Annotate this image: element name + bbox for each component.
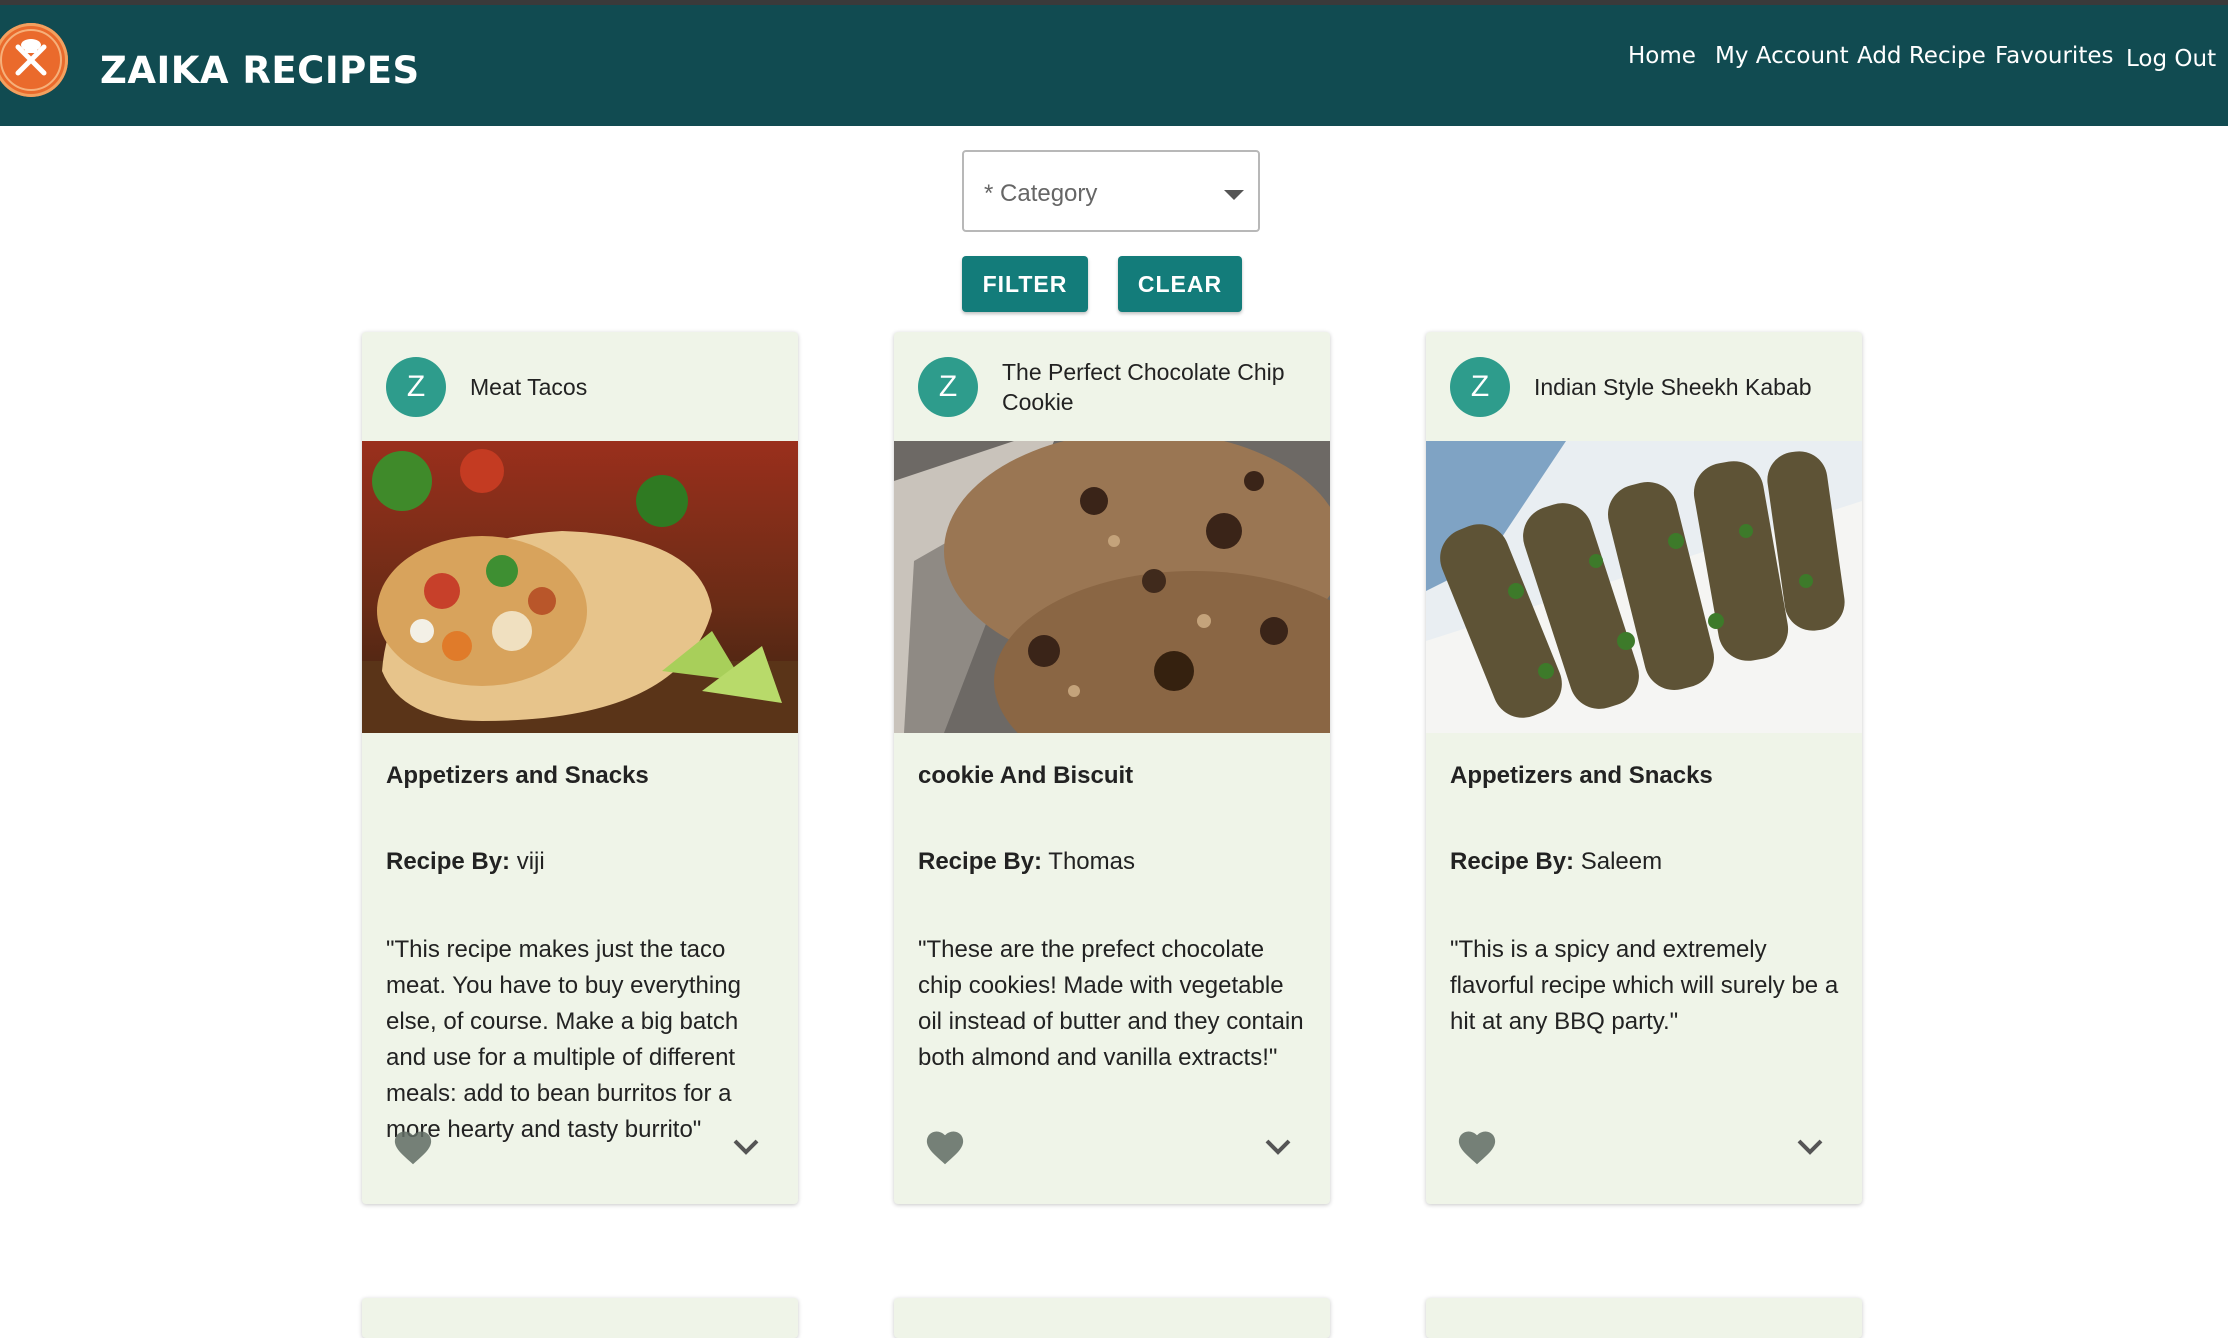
recipe-category: Appetizers and Snacks — [386, 762, 649, 789]
filter-button[interactable]: FILTER — [962, 256, 1088, 312]
avatar: Z — [918, 357, 978, 417]
recipe-by-label: Recipe By: — [918, 848, 1043, 875]
recipe-card-next-row — [1426, 1298, 1862, 1338]
recipe-card: Z Meat Tacos Appetizers and Snacks Recip… — [362, 332, 798, 1204]
recipe-title: The Perfect Chocolate Chip Cookie — [1002, 359, 1285, 415]
app-header: ZAIKA RECIPES Home My Account Add Recipe… — [0, 5, 2228, 126]
chevron-down-icon[interactable] — [1264, 1138, 1292, 1156]
heart-icon[interactable] — [392, 1128, 434, 1166]
recipe-title: Indian Style Sheekh Kabab — [1534, 374, 1812, 400]
category-select[interactable]: * Category — [962, 150, 1260, 232]
avatar: Z — [1450, 357, 1510, 417]
recipe-author-name: Saleem — [1580, 848, 1663, 875]
recipe-image-kabab[interactable] — [1426, 441, 1862, 733]
recipe-card-next-row — [362, 1298, 798, 1338]
recipe-category: cookie And Biscuit — [918, 762, 1134, 789]
chevron-down-icon[interactable] — [732, 1138, 760, 1156]
recipe-author: Recipe By: Saleem — [1450, 848, 1662, 876]
recipe-description: "This is a spicy and extremely flavorful… — [1450, 936, 1839, 1035]
nav-add-recipe[interactable]: Add Recipe — [1857, 43, 1986, 69]
nav-my-account[interactable]: My Account — [1715, 43, 1849, 69]
chef-logo-icon[interactable] — [0, 23, 68, 97]
dropdown-caret-icon — [1224, 190, 1244, 200]
recipe-author: Recipe By: viji — [386, 848, 545, 876]
nav-home[interactable]: Home — [1628, 43, 1696, 69]
recipe-card-next-row — [894, 1298, 1330, 1338]
recipe-author-name: viji — [516, 848, 545, 875]
category-placeholder: * Category — [984, 180, 1098, 207]
heart-icon[interactable] — [924, 1128, 966, 1166]
recipe-by-label: Recipe By: — [386, 848, 511, 875]
chevron-down-icon[interactable] — [1796, 1138, 1824, 1156]
nav-favourites[interactable]: Favourites — [1995, 43, 2113, 69]
avatar: Z — [386, 357, 446, 417]
recipe-title: Meat Tacos — [470, 374, 588, 400]
recipe-by-label: Recipe By: — [1450, 848, 1575, 875]
recipe-description: "This recipe makes just the taco meat. Y… — [386, 936, 741, 1143]
recipe-card: Z Indian Style Sheekh Kabab Appetizers a… — [1426, 332, 1862, 1204]
recipe-description: "These are the prefect chocolate chip co… — [918, 936, 1304, 1071]
recipe-category: Appetizers and Snacks — [1450, 762, 1713, 789]
recipe-card: Z The Perfect Chocolate Chip Cookie cook… — [894, 332, 1330, 1204]
brand-title[interactable]: ZAIKA RECIPES — [100, 49, 420, 92]
recipe-author-name: Thomas — [1048, 848, 1135, 875]
recipe-author: Recipe By: Thomas — [918, 848, 1135, 876]
heart-icon[interactable] — [1456, 1128, 1498, 1166]
clear-button[interactable]: CLEAR — [1118, 256, 1242, 312]
recipe-image-cookie[interactable] — [894, 441, 1330, 733]
nav-log-out[interactable]: Log Out — [2126, 46, 2216, 72]
recipe-image-tacos[interactable] — [362, 441, 798, 733]
